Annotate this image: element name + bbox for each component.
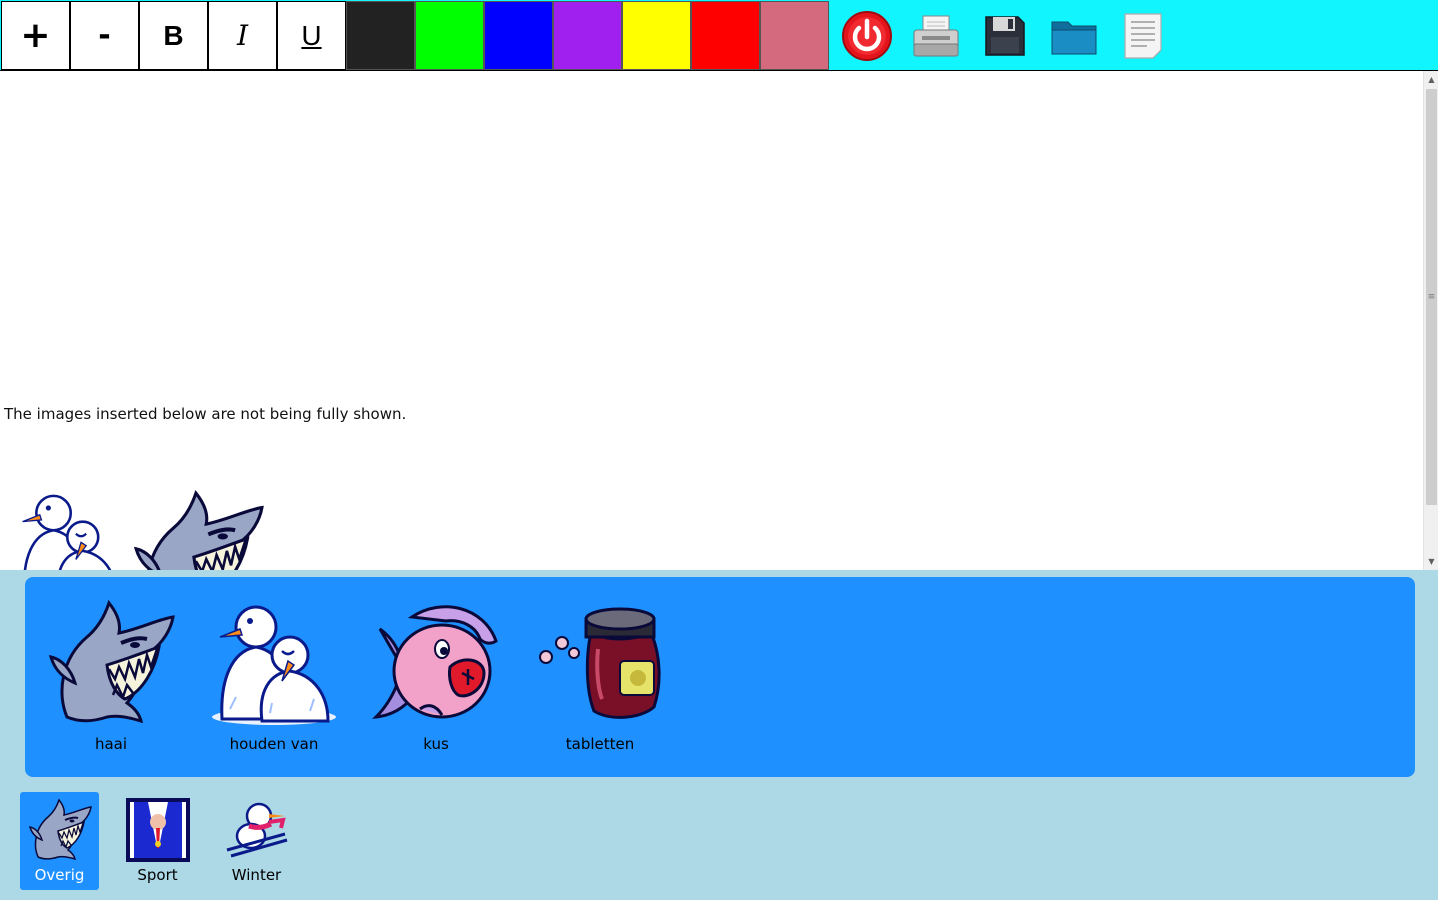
pictogram-panel: haai houden van kus tabletten xyxy=(25,577,1415,777)
color-red-swatch[interactable] xyxy=(691,1,760,70)
underline-button[interactable]: U xyxy=(277,1,346,70)
scroll-down-arrow-icon[interactable]: ▼ xyxy=(1424,554,1438,569)
color-purple-swatch[interactable] xyxy=(553,1,622,70)
category-label: Winter xyxy=(231,866,282,884)
grip-icon: ≡ xyxy=(1427,291,1436,302)
color-green-swatch[interactable] xyxy=(415,1,484,70)
pictogram-label: haai xyxy=(94,735,128,753)
text-editor[interactable]: The images inserted below are not being … xyxy=(0,71,1438,570)
pictogram-houden-van[interactable]: houden van xyxy=(199,599,349,759)
category-label: Overig xyxy=(34,866,85,884)
color-blue-swatch[interactable] xyxy=(484,1,553,70)
pictogram-area: haai houden van kus tabletten Overig Spo… xyxy=(0,570,1438,900)
pictogram-label: kus xyxy=(423,735,449,753)
vertical-scrollbar[interactable]: ▲ ≡ ▼ xyxy=(1423,71,1438,570)
inserted-snowmen-image[interactable] xyxy=(14,489,124,570)
pictogram-kus[interactable]: kus xyxy=(361,599,511,759)
pictogram-label: tabletten xyxy=(565,735,635,753)
editor-text: The images inserted below are not being … xyxy=(4,405,407,423)
decrease-font-button[interactable]: - xyxy=(70,1,139,70)
scroll-thumb[interactable]: ≡ xyxy=(1426,89,1437,505)
category-sport[interactable]: Sport xyxy=(118,792,197,890)
color-black-swatch[interactable] xyxy=(346,1,415,70)
category-label: Sport xyxy=(137,866,178,884)
pictogram-haai[interactable]: haai xyxy=(36,599,186,759)
color-yellow-swatch[interactable] xyxy=(622,1,691,70)
ski-snowman-icon xyxy=(225,798,289,862)
inserted-shark-image[interactable] xyxy=(132,489,264,570)
color-rose-swatch[interactable] xyxy=(760,1,829,70)
category-overig[interactable]: Overig xyxy=(20,792,99,890)
toolbar: + - B I U xyxy=(0,0,1438,71)
save-disk-icon[interactable] xyxy=(975,6,1035,66)
pill-jar-icon xyxy=(536,599,664,727)
pictogram-label: houden van xyxy=(229,735,319,753)
new-document-icon[interactable] xyxy=(1113,6,1173,66)
category-winter[interactable]: Winter xyxy=(217,792,296,890)
increase-font-button[interactable]: + xyxy=(1,1,70,70)
power-icon[interactable] xyxy=(837,6,897,66)
kissing-fish-icon xyxy=(372,599,500,727)
italic-button[interactable]: I xyxy=(208,1,277,70)
scroll-up-arrow-icon[interactable]: ▲ xyxy=(1424,72,1438,87)
bold-button[interactable]: B xyxy=(139,1,208,70)
medal-icon xyxy=(126,798,190,862)
shark-icon xyxy=(47,599,175,727)
snowmen-icon xyxy=(210,599,338,727)
folder-icon[interactable] xyxy=(1044,6,1104,66)
pictogram-tabletten[interactable]: tabletten xyxy=(525,599,675,759)
printer-icon[interactable] xyxy=(906,6,966,66)
shark-icon xyxy=(28,798,92,862)
